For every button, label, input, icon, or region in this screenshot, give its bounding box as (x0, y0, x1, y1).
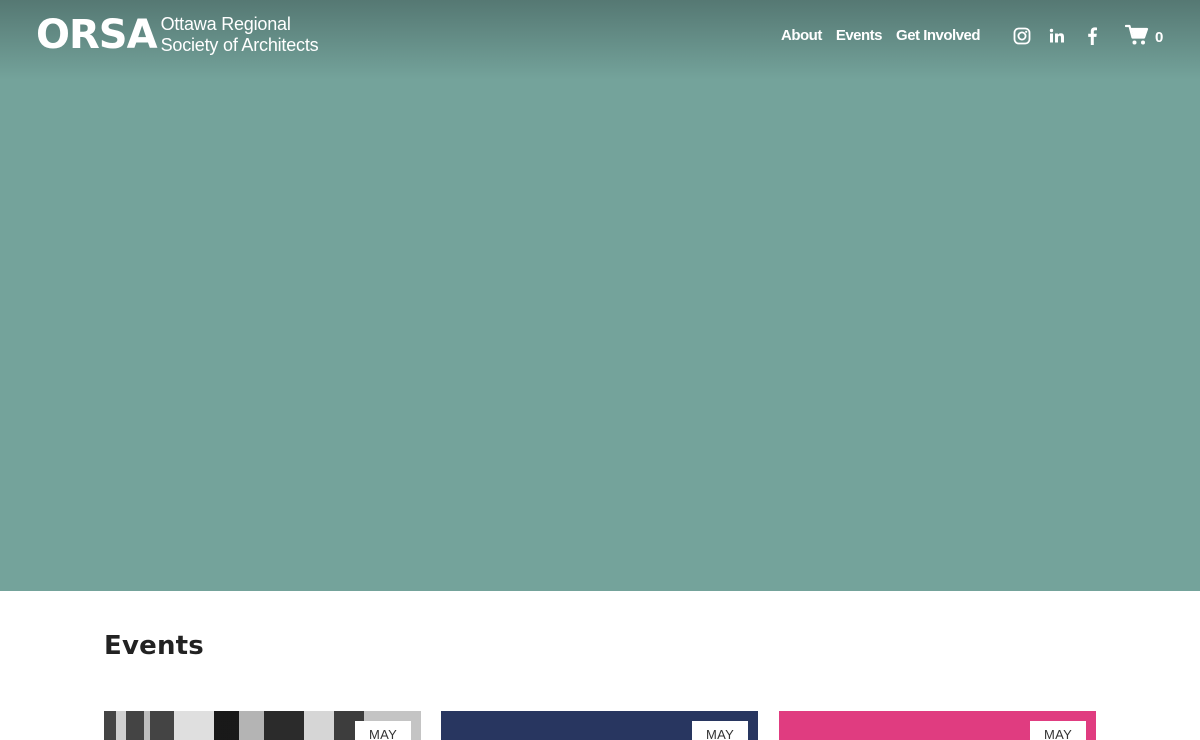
event-date-badge: MAY (692, 721, 748, 740)
event-card[interactable]: MAY (779, 711, 1096, 740)
event-date-badge: MAY (355, 721, 411, 740)
event-card[interactable]: MAY (441, 711, 758, 740)
cart-button[interactable]: 0 (1124, 24, 1164, 51)
main-nav: About Events Get Involved (781, 26, 994, 46)
logo-tagline-line1: Ottawa Regional (160, 14, 291, 34)
event-date-badge: MAY (1030, 721, 1086, 740)
logo-tagline: Ottawa Regional Society of Architects (161, 14, 319, 56)
nav-get-involved[interactable]: Get Involved (896, 26, 981, 46)
linkedin-icon[interactable] (1046, 25, 1068, 47)
facebook-icon[interactable] (1081, 25, 1103, 47)
nav-about[interactable]: About (781, 26, 822, 46)
hero-banner (0, 0, 1200, 591)
instagram-icon[interactable] (1011, 25, 1033, 47)
cart-icon (1124, 24, 1149, 51)
nav-events[interactable]: Events (836, 26, 883, 46)
social-links (1011, 25, 1116, 47)
event-card[interactable]: MAY (104, 711, 421, 740)
cart-count: 0 (1155, 28, 1164, 46)
site-logo[interactable]: ORSA Ottawa Regional Society of Architec… (36, 12, 319, 58)
logo-mark: ORSA (36, 12, 158, 58)
site-header: ORSA Ottawa Regional Society of Architec… (0, 0, 1200, 72)
events-heading: Events (104, 631, 204, 661)
logo-tagline-line2: Society of Architects (160, 35, 319, 55)
